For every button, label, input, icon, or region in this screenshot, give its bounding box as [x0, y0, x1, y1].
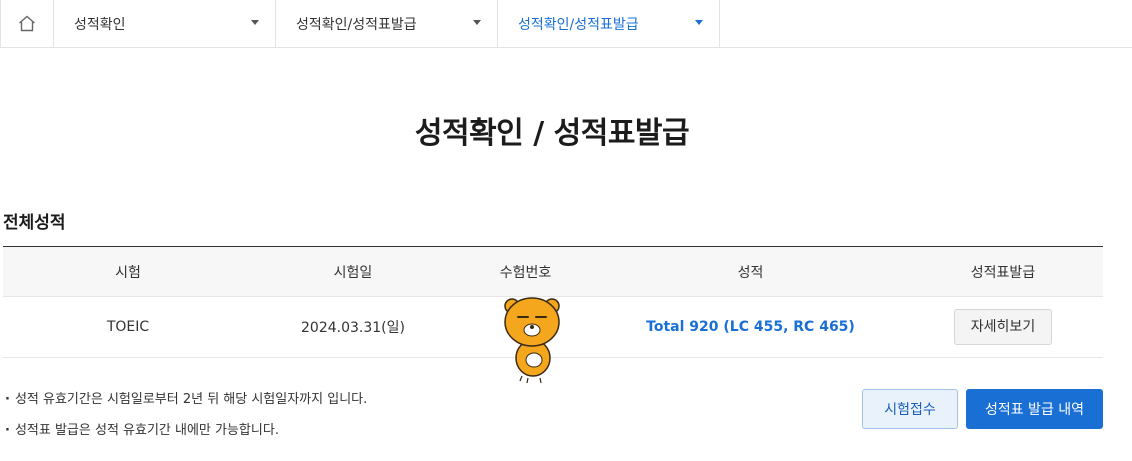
- mascot-sticker: [504, 297, 560, 384]
- header-test: 시험: [3, 246, 253, 297]
- breadcrumb-menu-1[interactable]: 성적확인: [54, 0, 276, 47]
- cell-action: 자세히보기: [903, 296, 1103, 358]
- breadcrumb-menu-2[interactable]: 성적확인/성적표발급: [276, 0, 498, 47]
- report-history-button[interactable]: 성적표 발급 내역: [966, 389, 1103, 429]
- table-header-row: 시험 시험일 수험번호 성적 성적표발급: [3, 246, 1103, 297]
- section-title: 전체성적: [3, 213, 66, 233]
- header-date: 시험일: [253, 246, 453, 297]
- home-button[interactable]: [0, 0, 54, 47]
- breadcrumb-label: 성적확인/성적표발급: [296, 16, 417, 33]
- home-icon: [19, 15, 35, 32]
- cell-score: Total 920 (LC 455, RC 465): [598, 296, 903, 358]
- score-link[interactable]: Total 920 (LC 455, RC 465): [646, 319, 855, 335]
- breadcrumb-label: 성적확인: [74, 16, 126, 33]
- cell-date: 2024.03.31(일): [253, 296, 453, 358]
- header-score: 성적: [598, 246, 903, 297]
- page-title: 성적확인 / 성적표발급: [414, 116, 690, 151]
- exam-apply-button[interactable]: 시험접수: [862, 389, 958, 429]
- notice-list: 성적 유효기간은 시험일로부터 2년 뒤 해당 시험일자까지 입니다. 성적표 …: [5, 392, 367, 454]
- top-navigation: 성적확인 성적확인/성적표발급 성적확인/성적표발급: [0, 0, 1132, 48]
- caret-down-icon: [695, 20, 703, 25]
- notice-item: 성적 유효기간은 시험일로부터 2년 뒤 해당 시험일자까지 입니다.: [5, 392, 367, 408]
- breadcrumb-menu-3[interactable]: 성적확인/성적표발급: [498, 0, 720, 47]
- caret-down-icon: [473, 20, 481, 25]
- notice-item: 성적표 발급은 성적 유효기간 내에만 가능합니다.: [5, 423, 367, 439]
- cell-test: TOEIC: [3, 296, 253, 358]
- header-number: 수험번호: [453, 246, 598, 297]
- header-issue: 성적표발급: [903, 246, 1103, 297]
- breadcrumb-label: 성적확인/성적표발급: [518, 16, 639, 33]
- caret-down-icon: [251, 20, 259, 25]
- view-details-button[interactable]: 자세히보기: [954, 309, 1052, 345]
